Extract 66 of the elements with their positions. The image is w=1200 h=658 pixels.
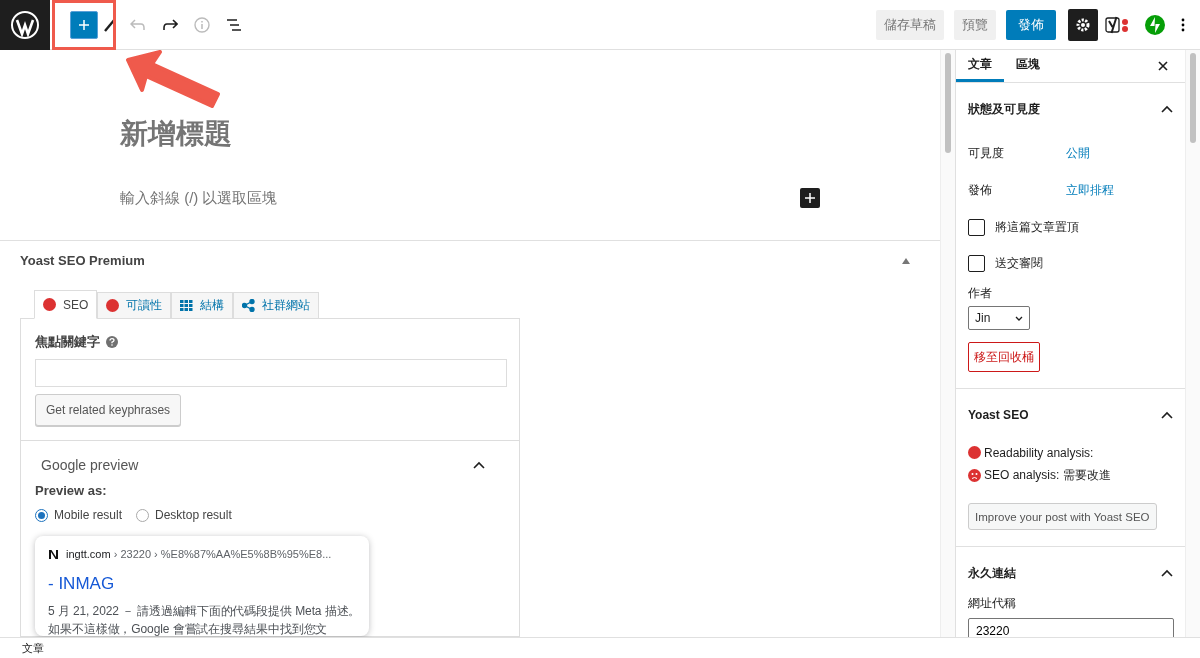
row-label: 發佈 <box>968 182 993 199</box>
result-description: 5 月 21, 2022 － 請透過編輯下面的代碼段提供 Meta 描述。如果不這樣做，Google 會嘗試在搜尋結果中找到您文 <box>48 603 362 636</box>
metabox-title: Yoast SEO Premium <box>20 253 145 268</box>
chevron-up-icon[interactable] <box>1161 411 1173 419</box>
help-icon[interactable] <box>106 336 118 348</box>
toolbar-button[interactable]: 預覽 <box>954 9 996 40</box>
trash-button[interactable]: 移至回收桶 <box>968 342 1040 372</box>
author-select[interactable]: Jin <box>968 306 1030 330</box>
slug-field[interactable]: 23220 <box>968 618 1174 637</box>
share-icon <box>242 299 256 312</box>
checkbox-label: 將這篇文章置頂 <box>995 218 1079 236</box>
status-dot-icon <box>968 446 981 459</box>
result-title[interactable]: - INMAG <box>48 574 356 594</box>
chevron-up-icon[interactable] <box>1161 105 1173 113</box>
sad-face-icon <box>968 469 981 482</box>
chevron-up-icon[interactable] <box>473 461 485 469</box>
add-block-button[interactable] <box>800 188 820 208</box>
chevron-up-icon[interactable] <box>1161 569 1173 577</box>
focus-keyphrase-field[interactable] <box>35 359 507 387</box>
analysis-status: SEO analysis: 需要改進 <box>984 467 1111 484</box>
site-favicon-icon <box>48 548 59 560</box>
sidebar-tab[interactable]: 文章 <box>956 50 1004 82</box>
status-dot-icon <box>106 299 120 312</box>
preview-as-label: Preview as: <box>35 483 108 498</box>
block-placeholder[interactable]: 輸入斜線 (/) 以選取區塊 <box>120 188 278 208</box>
breadcrumb[interactable]: 文章 <box>22 640 44 656</box>
scrollbar[interactable] <box>1185 50 1200 637</box>
checkbox[interactable] <box>968 218 985 236</box>
chevron-down-icon <box>1015 315 1023 321</box>
author-label: 作者 <box>968 285 993 302</box>
section-title: Google preview <box>41 457 139 473</box>
row-label: 可見度 <box>968 145 1005 162</box>
tab[interactable]: 可讀性 <box>97 292 172 319</box>
radio-option[interactable]: Desktop result <box>136 508 232 522</box>
row-link[interactable]: 公開 <box>1066 145 1090 162</box>
field-label: 網址代稱 <box>968 595 1017 612</box>
panel-title: Yoast SEO <box>968 408 1029 422</box>
result-url: ingtt.com › 23220 › %E8%87%AA%E5%8B%95%E8... <box>66 548 332 560</box>
grid-icon <box>180 299 194 312</box>
field-label: 焦點關鍵字 <box>35 333 100 351</box>
tab[interactable]: 社群網站 <box>233 292 320 319</box>
row-link[interactable]: 立即排程 <box>1066 182 1114 199</box>
plus-icon <box>805 193 815 203</box>
radio-option[interactable]: Mobile result <box>35 508 123 522</box>
tab[interactable]: SEO <box>34 290 98 319</box>
gear-icon <box>1075 16 1091 33</box>
settings-button[interactable] <box>1068 8 1098 41</box>
related-keyphrases-button[interactable]: Get related keyphrases <box>35 394 182 426</box>
toolbar-button[interactable]: 儲存草稿 <box>876 9 944 40</box>
plus-icon <box>78 18 90 31</box>
wordpress-logo[interactable] <box>0 0 50 50</box>
collapse-arrow-icon[interactable] <box>902 257 910 264</box>
highlight-frame <box>52 0 116 50</box>
panel-title: 永久連結 <box>968 564 1016 582</box>
post-title-placeholder[interactable]: 新增標題 <box>120 115 940 153</box>
status-dot-icon <box>43 298 56 311</box>
publish-button[interactable]: 發佈 <box>1006 9 1056 40</box>
sidebar-tab[interactable]: 區塊 <box>1004 50 1052 82</box>
yoast-improve-button[interactable]: Improve your post with Yoast SEO <box>968 503 1157 530</box>
tab[interactable]: 結構 <box>171 292 234 319</box>
checkbox-label: 送交審閱 <box>995 254 1043 272</box>
checkbox[interactable] <box>968 254 985 272</box>
add-block-button[interactable] <box>70 10 98 39</box>
analysis-status: Readability analysis: <box>984 445 1094 460</box>
scrollbar[interactable] <box>940 50 955 637</box>
panel-title: 狀態及可見度 <box>968 100 1040 118</box>
